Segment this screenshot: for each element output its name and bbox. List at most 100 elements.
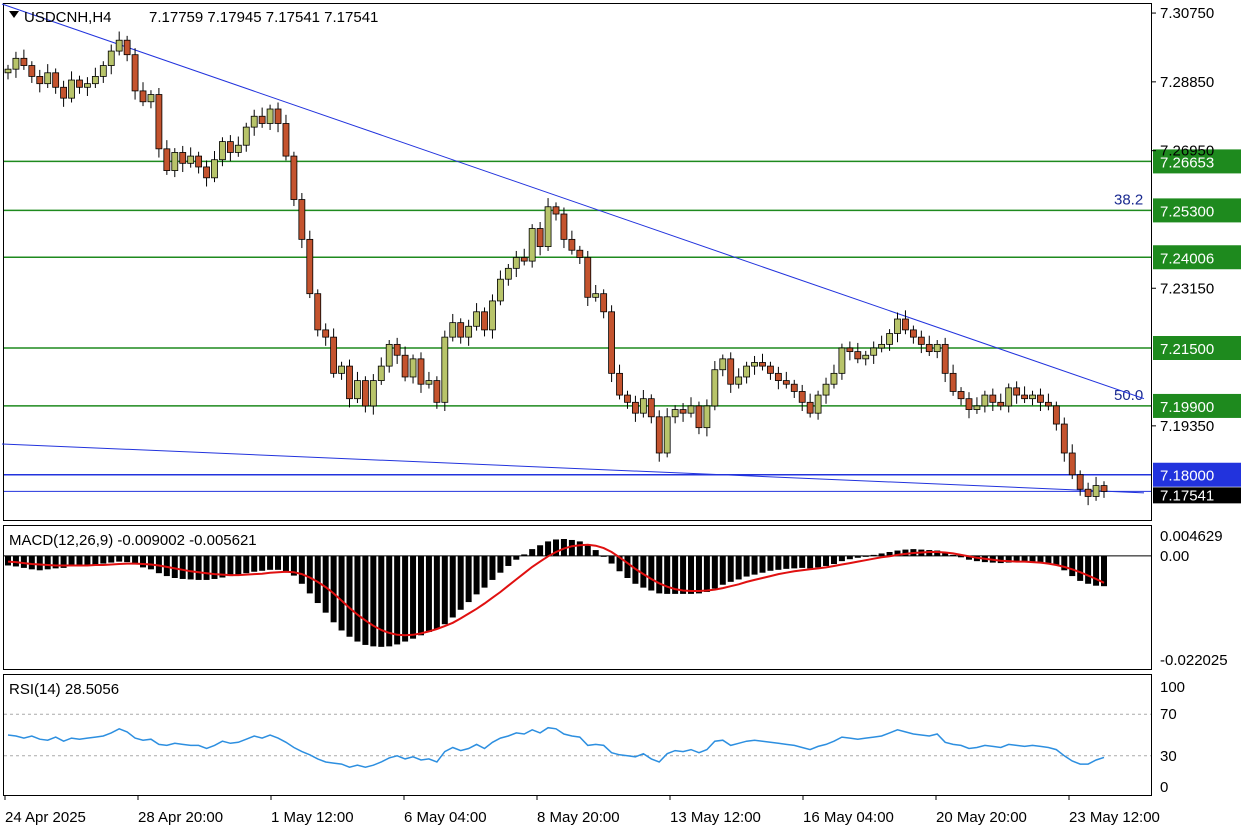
macd-bar xyxy=(600,555,607,557)
symbol-label: USDCNH,H4 xyxy=(24,9,112,26)
macd-bar xyxy=(195,555,202,580)
candle-body xyxy=(663,416,671,454)
candle-body xyxy=(195,155,203,168)
macd-bar xyxy=(545,541,552,556)
candle-body xyxy=(1029,394,1036,400)
candle-body xyxy=(878,343,886,349)
candle-body xyxy=(949,372,957,392)
macd-plot xyxy=(4,539,1151,647)
macd-bar xyxy=(187,555,194,580)
candle-body xyxy=(68,79,75,99)
macd-tick-label: 0.00 xyxy=(1160,548,1189,565)
macd-bar xyxy=(735,555,742,580)
macd-bar xyxy=(870,554,877,556)
rsi-plot xyxy=(4,713,1151,768)
candle-body xyxy=(266,108,274,124)
macd-bar xyxy=(791,555,798,569)
candle-body xyxy=(759,362,766,367)
candle-body xyxy=(1060,423,1068,454)
time-tick-label: 8 May 20:00 xyxy=(537,809,620,826)
candle-body xyxy=(409,358,417,378)
trendline xyxy=(1,443,1145,494)
candle-body xyxy=(4,68,12,74)
macd-bar xyxy=(314,555,321,604)
candle-body xyxy=(385,343,393,367)
candle-body xyxy=(155,94,163,150)
candle-body xyxy=(258,115,266,124)
macd-bar xyxy=(862,555,869,557)
rsi-tick-label: 30 xyxy=(1160,748,1177,765)
macd-bar xyxy=(1085,555,1092,584)
candle-body xyxy=(902,318,909,331)
candle-body xyxy=(242,126,250,146)
level-tag-label: 7.24006 xyxy=(1160,250,1214,267)
candle-body xyxy=(512,257,520,269)
candle-body xyxy=(711,369,719,407)
macd-bar xyxy=(227,555,234,577)
macd-bar xyxy=(5,555,11,566)
macd-bar xyxy=(354,555,361,642)
candle-body xyxy=(703,405,711,429)
candle-body xyxy=(465,325,473,338)
candle-body xyxy=(369,380,377,407)
macd-bar xyxy=(529,549,536,556)
candle-body xyxy=(211,159,218,179)
axes: 7.30750 7.28850 7.26950 7.23150 7.19350 0.004… xyxy=(4,5,1228,826)
price-tick-label: 7.19350 xyxy=(1160,418,1214,435)
candle-body xyxy=(1100,485,1108,492)
macd-bar xyxy=(402,555,409,642)
candle-body xyxy=(576,249,584,258)
macd-bar xyxy=(275,555,282,570)
price-tick-label: 7.26950 xyxy=(1160,143,1214,160)
macd-bar xyxy=(592,550,599,556)
macd-bar xyxy=(830,555,837,565)
macd-bar xyxy=(28,555,35,570)
candle-body xyxy=(862,354,870,360)
candle-body xyxy=(425,380,433,385)
macd-bar xyxy=(44,555,51,570)
candle-body xyxy=(52,72,60,88)
candle-body xyxy=(925,343,933,353)
candle-body xyxy=(886,333,893,345)
candle-body xyxy=(671,409,679,418)
candle-body xyxy=(1052,405,1060,425)
macd-bar xyxy=(76,555,83,566)
candle-body xyxy=(838,347,846,374)
ohlc-values: 7.17759 7.17945 7.17541 7.17541 xyxy=(149,9,378,26)
macd-bar xyxy=(171,555,178,578)
candle-body xyxy=(139,90,147,103)
macd-bar xyxy=(846,555,853,560)
rsi-title: RSI(14) 28.5056 xyxy=(9,681,119,698)
candle-body xyxy=(1068,452,1076,476)
macd-bar xyxy=(298,555,305,584)
candle-body xyxy=(679,409,687,414)
candle-body xyxy=(568,238,576,251)
candle-body xyxy=(870,347,878,356)
macd-bar xyxy=(521,554,528,556)
candlesticks xyxy=(4,31,1108,506)
candle-body xyxy=(965,398,973,410)
macd-bar xyxy=(108,555,115,563)
chart-canvas[interactable]: 7.266537.2530038.27.240067.215007.199005… xyxy=(0,0,1248,832)
macd-bar xyxy=(807,555,814,569)
candle-body xyxy=(179,152,187,164)
macd-bar xyxy=(513,555,520,560)
macd-bar xyxy=(624,555,631,578)
candle-body xyxy=(767,365,774,374)
macd-bar xyxy=(537,545,544,556)
candle-body xyxy=(989,394,997,403)
candle-body xyxy=(36,76,44,85)
candle-body xyxy=(282,123,290,157)
time-tick-label: 16 May 04:00 xyxy=(803,809,894,826)
macd-bar xyxy=(100,555,107,564)
candle-body xyxy=(361,380,369,407)
chart-menu-triangle-icon[interactable] xyxy=(9,11,19,18)
macd-bar xyxy=(854,555,861,558)
candle-body xyxy=(203,166,210,179)
macd-bar xyxy=(203,555,210,580)
trendlines: 7.17541 xyxy=(1,3,1241,504)
macd-bar xyxy=(465,555,472,603)
candle-body xyxy=(1076,474,1084,490)
candle-body xyxy=(854,351,862,360)
candle-body xyxy=(338,365,345,374)
